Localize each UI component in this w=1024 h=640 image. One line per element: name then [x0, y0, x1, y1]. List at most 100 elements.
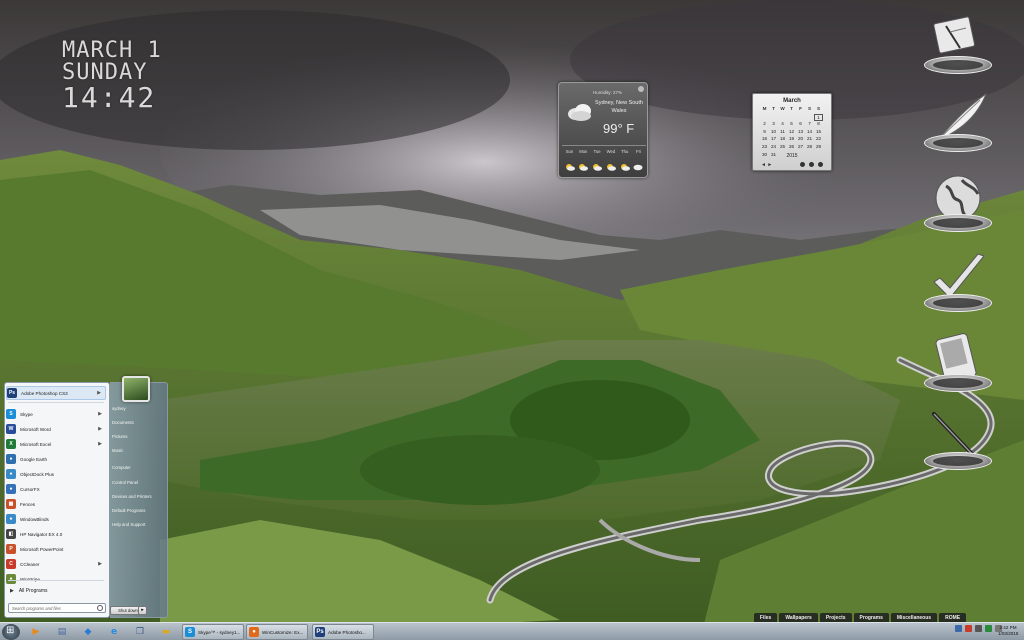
calendar-view-dots[interactable]: [800, 162, 823, 167]
calendar-day[interactable]: 8: [814, 121, 823, 129]
submenu-arrow-icon: ▶: [98, 441, 102, 447]
cloudy-weather-icon: [568, 104, 591, 121]
calendar-nav-arrows[interactable]: ◄ ►: [761, 162, 772, 168]
start-menu-program-item[interactable]: ● CursorFX: [6, 482, 106, 496]
calendar-day[interactable]: 29: [814, 144, 823, 152]
calendar-day[interactable]: 19: [787, 136, 796, 144]
explorer-folder-icon[interactable]: ▬: [156, 625, 176, 639]
start-menu-program-item[interactable]: ● ObjectDock Plus: [6, 467, 106, 481]
globe-icon[interactable]: [920, 172, 996, 234]
calendar-day[interactable]: 10: [769, 129, 778, 137]
start-menu-program-item[interactable]: ● WinStripe: [6, 572, 106, 586]
taskbar-task-button[interactable]: Ps Adobe Photosho...: [312, 624, 374, 640]
program-icon: S: [6, 409, 16, 419]
calendar-day[interactable]: 21: [805, 136, 814, 144]
calendar-day: [760, 114, 769, 122]
calendar-day[interactable]: 15: [814, 129, 823, 137]
search-placeholder: Search programs and files: [12, 606, 61, 611]
start-menu-link[interactable]: Documents: [112, 420, 134, 425]
calendar-view-dot[interactable]: [818, 162, 823, 167]
program-icon: X: [6, 439, 16, 449]
task-label: Skype™ - sydney1...: [198, 629, 241, 635]
dropbox-icon[interactable]: ◆: [78, 625, 98, 639]
calendar-day[interactable]: 5: [787, 121, 796, 129]
start-menu-link[interactable]: Computer: [112, 465, 131, 470]
checkmark-icon[interactable]: [920, 252, 996, 314]
start-menu-link[interactable]: Control Panel: [112, 480, 138, 485]
start-menu-link[interactable]: sydney: [112, 406, 126, 411]
start-menu-link[interactable]: Music: [112, 448, 123, 453]
task-app-icon: ●: [249, 627, 259, 637]
calendar-day[interactable]: 4: [778, 121, 787, 129]
submenu-arrow-icon: ▶: [98, 426, 102, 432]
taskbar-task-button[interactable]: ● WinCustomize: Ex...: [246, 624, 308, 640]
start-menu-program-item[interactable]: P Microsoft PowerPoint: [6, 542, 106, 556]
taskbar-clock[interactable]: 2:42 PM 1/03/2015: [998, 625, 1018, 638]
start-menu-program-item[interactable]: ▦ Fences: [6, 497, 106, 511]
calendar-day[interactable]: 13: [796, 129, 805, 137]
start-menu-program-item[interactable]: S Skype ▶: [6, 407, 106, 421]
calendar-gadget[interactable]: March M T W T F S S 1 2 3 4 5 6 7 8 9 10 11 12 13 14 1…: [752, 93, 832, 171]
calendar-day[interactable]: 17: [769, 136, 778, 144]
calendar-grid: M T W T F S S 1 2 3 4 5 6 7 8 9 10 11 12 13 14 15 16 17 1…: [760, 106, 823, 159]
calendar-view-dot[interactable]: [800, 162, 805, 167]
calendar-weekday-header: T: [790, 106, 793, 111]
calendar-day[interactable]: 25: [778, 144, 787, 152]
calendar-day[interactable]: 7: [805, 121, 814, 129]
calendar-day[interactable]: 2: [760, 121, 769, 129]
program-label: Google Earth: [20, 456, 48, 462]
calendar-day[interactable]: 9: [760, 129, 769, 137]
user-avatar[interactable]: [122, 376, 150, 402]
start-search-input[interactable]: Search programs and files: [8, 603, 106, 613]
calendar-day[interactable]: 22: [814, 136, 823, 144]
calendar-day[interactable]: 18: [778, 136, 787, 144]
partly-sunny-icon: [618, 158, 631, 176]
start-menu-program-item[interactable]: X Microsoft Excel ▶: [6, 437, 106, 451]
window-switcher-icon[interactable]: ❐: [130, 625, 150, 639]
all-programs-button[interactable]: ▶ All Programs: [10, 588, 47, 594]
calendar-day[interactable]: 11: [778, 129, 787, 137]
start-menu-program-item[interactable]: ● WindowBlinds: [6, 512, 106, 526]
program-label: Fences: [20, 501, 36, 507]
start-button[interactable]: [2, 624, 20, 640]
gadget-close-icon[interactable]: [638, 86, 644, 92]
calendar-day[interactable]: 14: [805, 129, 814, 137]
calendar-day[interactable]: 1: [814, 113, 823, 122]
start-menu-program-item[interactable]: Ps Adobe Photoshop CS3 ▶: [6, 386, 106, 400]
start-menu-program-item[interactable]: C CCleaner ▶: [6, 557, 106, 571]
feather-quill-icon[interactable]: [920, 92, 996, 154]
taskbar-task-button[interactable]: S Skype™ - sydney1...: [182, 624, 244, 640]
calendar-day[interactable]: 24: [769, 144, 778, 152]
network-icon[interactable]: [955, 625, 962, 632]
notes-pad-icon[interactable]: [920, 14, 996, 76]
calendar-day[interactable]: 6: [796, 121, 805, 129]
calendar-day[interactable]: 16: [760, 136, 769, 144]
internet-explorer-icon[interactable]: e: [104, 625, 124, 639]
start-menu-link[interactable]: Help and Support: [112, 522, 145, 527]
start-menu-program-item[interactable]: ◧ HP Navigator EX 4.0: [6, 527, 106, 541]
start-menu-link[interactable]: Devices and Printers: [112, 494, 152, 499]
security-icon[interactable]: [965, 625, 972, 632]
weather-gadget[interactable]: Humidity: 27% Sydney, New South Wales 99…: [558, 82, 648, 178]
pda-device-icon[interactable]: [920, 332, 996, 394]
calendar-day[interactable]: 3: [769, 121, 778, 129]
volume-icon[interactable]: [975, 625, 982, 632]
documents-icon[interactable]: ▤: [52, 625, 72, 639]
calendar-day[interactable]: 27: [796, 144, 805, 152]
battery-icon[interactable]: [985, 625, 992, 632]
start-menu-program-item[interactable]: ● Google Earth: [6, 452, 106, 466]
media-player-icon[interactable]: ▶: [26, 625, 46, 639]
shutdown-options-arrow-icon[interactable]: ▸: [138, 606, 147, 615]
calendar-day[interactable]: 26: [787, 144, 796, 152]
pen-icon[interactable]: [920, 410, 996, 472]
calendar-day[interactable]: 12: [787, 129, 796, 137]
calendar-day: [769, 114, 778, 122]
calendar-day[interactable]: 23: [760, 144, 769, 152]
partly-sunny-icon: [604, 158, 617, 176]
calendar-day[interactable]: 28: [805, 144, 814, 152]
start-menu-program-item[interactable]: W Microsoft Word ▶: [6, 422, 106, 436]
start-menu-link[interactable]: Default Programs: [112, 508, 145, 513]
start-menu-link[interactable]: Pictures: [112, 434, 128, 439]
calendar-day[interactable]: 20: [796, 136, 805, 144]
calendar-view-dot[interactable]: [809, 162, 814, 167]
